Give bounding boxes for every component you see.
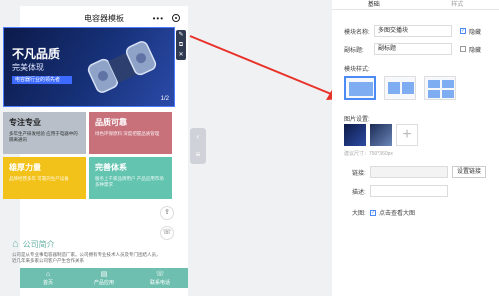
link-row: 链接: bbox=[352, 166, 448, 178]
card-desc: 多年生产研发经验 应用于电器中的隔离通讯 bbox=[9, 131, 78, 142]
image-thumbnail[interactable] bbox=[370, 124, 392, 146]
subtitle-row: 副标题: 副标题 隐藏 bbox=[344, 43, 481, 55]
capacitor-image bbox=[87, 41, 157, 93]
feature-card[interactable]: 雄厚力量 品牌经营多年 可靠的生产设备 bbox=[3, 157, 86, 199]
hide-checkbox[interactable]: ✓ bbox=[460, 28, 466, 34]
hide-label: 隐藏 bbox=[469, 29, 482, 36]
card-title: 专注专业 bbox=[9, 118, 41, 127]
card-title: 品质可靠 bbox=[95, 118, 127, 127]
card-desc: 服务上千家品牌用户 产品应用市场多种需求 bbox=[95, 176, 164, 187]
banner-tag: 电容器行业的领先者 bbox=[12, 76, 72, 84]
tab-style[interactable]: 样式 bbox=[416, 0, 499, 9]
layout-option-single[interactable] bbox=[344, 76, 376, 100]
size-hint: 建议尺寸：750*360px bbox=[344, 151, 393, 157]
module-toolbar: ✎ ⧉ ✕ bbox=[176, 30, 186, 60]
desc-row: 描述: bbox=[352, 185, 448, 197]
side-controls: ‹ ≡ bbox=[190, 128, 206, 164]
target-icon[interactable] bbox=[172, 14, 180, 22]
home-icon: ⌂ bbox=[12, 238, 19, 250]
card-title: 雄厚力量 bbox=[9, 163, 41, 172]
module-name-input[interactable]: 多图交播块 bbox=[374, 25, 452, 37]
copy-icon[interactable]: ⧉ bbox=[176, 40, 186, 50]
share-icon[interactable]: ⇪ bbox=[160, 206, 174, 220]
settings-panel: 基础 样式 模块名称: 多图交播块 ✓ 隐藏 副标题: 副标题 隐藏 模块样式:… bbox=[332, 0, 499, 296]
link-label: 链接: bbox=[352, 170, 366, 177]
collapse-icon[interactable]: ‹ bbox=[190, 128, 206, 146]
image-settings-label: 图片设置: bbox=[344, 117, 370, 123]
hide-label: 隐藏 bbox=[469, 47, 482, 54]
banner-carousel[interactable]: 不凡品质 完美体现 电容器行业的领先者 1/2 bbox=[3, 27, 175, 107]
card-desc: 品牌经营多年 可靠的生产设备 bbox=[9, 176, 69, 181]
desc-input[interactable] bbox=[370, 185, 448, 197]
card-title: 完善体系 bbox=[95, 163, 127, 172]
home-icon: ⌂ bbox=[45, 271, 51, 278]
add-image-button[interactable]: + bbox=[396, 124, 418, 146]
banner-subtitle: 完美体现 bbox=[12, 63, 44, 72]
tab-basic[interactable]: 基础 bbox=[332, 0, 416, 9]
image-thumbnail[interactable] bbox=[344, 124, 366, 146]
layers-icon[interactable]: ≡ bbox=[190, 146, 206, 164]
set-link-button[interactable]: 设置链接 bbox=[452, 166, 486, 178]
intro-text: 公司是从专业事电容器制造厂家。公司拥有专业技术人员及专门团结人员，近几年来多家公… bbox=[12, 252, 161, 263]
module-name-row: 模块名称: 多图交播块 ✓ 隐藏 bbox=[344, 25, 481, 37]
page-title: 电容器模板 bbox=[84, 13, 124, 23]
section-heading: ⌂ 公司简介 bbox=[12, 238, 55, 250]
close-icon[interactable]: ✕ bbox=[176, 50, 186, 60]
feature-card[interactable]: 品质可靠 绿色环保原料 深度把握品质管理 bbox=[89, 112, 172, 154]
banner-title: 不凡品质 bbox=[12, 47, 61, 61]
more-icon[interactable]: ••• bbox=[153, 14, 164, 23]
subtitle-label: 副标题: bbox=[344, 47, 364, 54]
bigimg-checkbox[interactable]: ✓ bbox=[370, 209, 376, 216]
edit-icon[interactable]: ✎ bbox=[176, 30, 186, 40]
hide-checkbox[interactable] bbox=[460, 46, 466, 52]
tab-products[interactable]: ▤ 产品应用 bbox=[76, 268, 132, 288]
style-label: 模块样式: bbox=[344, 67, 370, 73]
feature-card[interactable]: 专注专业 多年生产研发经验 应用于电器中的隔离通讯 bbox=[3, 112, 86, 154]
layout-option-grid[interactable] bbox=[424, 76, 456, 100]
banner-pagination: 1/2 bbox=[160, 96, 169, 102]
feature-card[interactable]: 完善体系 服务上千家品牌用户 产品应用市场多种需求 bbox=[89, 157, 172, 199]
phone-icon: ☏ bbox=[155, 271, 165, 278]
subtitle-input[interactable]: 副标题 bbox=[374, 43, 452, 55]
phone-icon[interactable]: ☏ bbox=[160, 226, 174, 240]
module-name-label: 模块名称: bbox=[344, 29, 370, 36]
link-input[interactable] bbox=[370, 166, 448, 178]
bottom-tabbar: ⌂ 首页 ▤ 产品应用 ☏ 联系电话 bbox=[20, 268, 188, 288]
tab-home[interactable]: ⌂ 首页 bbox=[20, 268, 76, 288]
desc-label: 描述: bbox=[352, 189, 366, 196]
panel-tabs: 基础 样式 bbox=[332, 0, 499, 10]
tab-contact[interactable]: ☏ 联系电话 bbox=[132, 268, 188, 288]
bigimg-label: 大图: bbox=[352, 211, 366, 217]
card-desc: 绿色环保原料 深度把握品质管理 bbox=[95, 131, 160, 136]
grid-icon: ▤ bbox=[100, 271, 108, 278]
layout-option-double[interactable] bbox=[384, 76, 416, 100]
bigimg-option: 点击查看大图 bbox=[379, 211, 416, 217]
bigimg-row: 大图: ✓ 点击查看大图 bbox=[352, 208, 415, 217]
about-title: 公司简介 bbox=[22, 239, 55, 249]
